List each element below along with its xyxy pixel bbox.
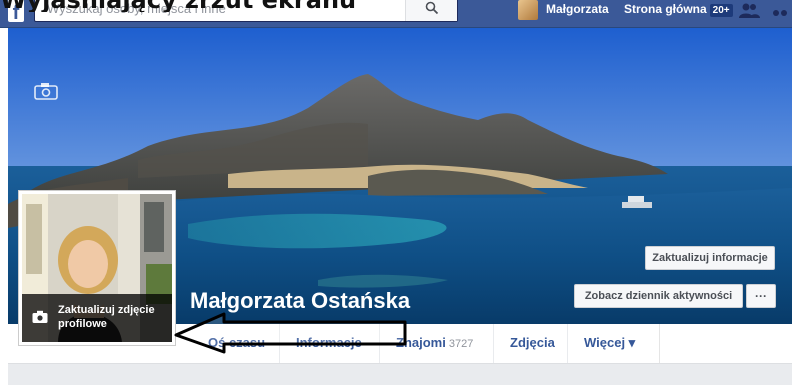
update-info-button[interactable]: Zaktualizuj informacje <box>645 246 775 270</box>
page-heading: Wyjaśniający zrzut ekranu <box>0 0 792 12</box>
tab-about[interactable]: Informacje <box>280 324 380 364</box>
tab-friends[interactable]: Znajomi 3727 <box>380 324 494 364</box>
profile-photo[interactable]: Zaktualizuj zdjęcie profilowe <box>22 194 172 342</box>
cover-more-button[interactable]: ··· <box>746 284 776 308</box>
tab-friends-label: Znajomi <box>396 335 446 350</box>
update-profile-photo-button[interactable]: Zaktualizuj zdjęcie profilowe <box>22 294 172 342</box>
content-background <box>8 364 792 385</box>
camera-icon[interactable] <box>34 82 58 100</box>
profile-tabs: Oś czasu Informacje Znajomi 3727 Zdjęcia … <box>176 324 660 364</box>
activity-log-button[interactable]: Zobacz dziennik aktywności <box>574 284 743 308</box>
update-profile-photo-label: Zaktualizuj zdjęcie profilowe <box>58 304 155 330</box>
tab-more[interactable]: Więcej ▾ <box>568 324 660 364</box>
tab-photos[interactable]: Zdjęcia <box>494 324 568 364</box>
friends-count: 3727 <box>448 338 474 350</box>
profile-name[interactable]: Małgorzata Ostańska <box>190 288 410 314</box>
profile-photo-frame: Zaktualizuj zdjęcie profilowe <box>18 190 176 346</box>
camera-icon <box>32 310 48 323</box>
tab-timeline[interactable]: Oś czasu <box>192 324 280 364</box>
